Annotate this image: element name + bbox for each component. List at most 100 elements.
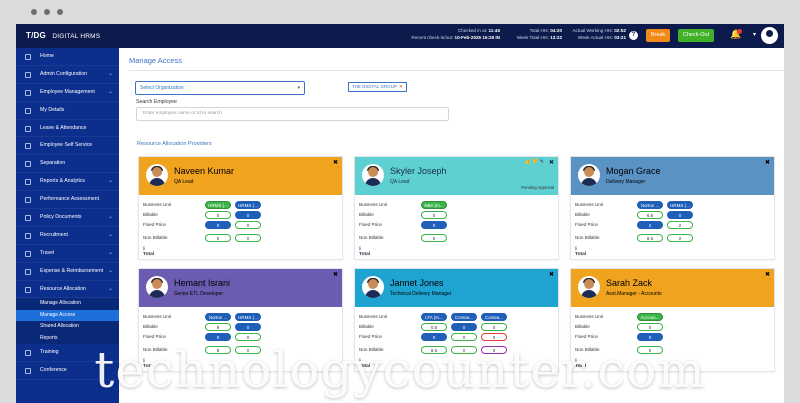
close-icon[interactable]: ✖ xyxy=(333,271,338,278)
allocation-pill-bu: NBA (In... xyxy=(421,201,447,209)
user-avatar[interactable] xyxy=(761,27,778,44)
sidebar-item[interactable]: Recruitment ⌄ xyxy=(16,227,119,245)
allocation-pill-billable[interactable]: 0 xyxy=(667,211,693,219)
allocation-pill-billable[interactable]: 0 xyxy=(235,211,261,219)
close-icon[interactable]: ✖ xyxy=(765,159,770,166)
menu-icon xyxy=(25,179,31,186)
allocation-pill-billable[interactable]: 0 xyxy=(451,323,477,331)
sidebar-item[interactable]: Separation xyxy=(16,155,119,174)
app-logo[interactable]: T/DG DIGITAL HRMS xyxy=(26,31,100,40)
allocation-pill-billable[interactable]: 0 xyxy=(205,211,231,219)
allocation-pill-billable[interactable]: 0 xyxy=(235,323,261,331)
sidebar-item[interactable]: Employee Management ⌄ xyxy=(16,84,119,102)
remove-tag-icon[interactable]: ✕ xyxy=(399,84,403,89)
menu-icon xyxy=(25,232,31,239)
sidebar-item[interactable]: Employee Self Service xyxy=(16,137,119,156)
sidebar-item[interactable]: Travel ⌄ xyxy=(16,245,119,263)
sidebar-subitem[interactable]: Shared Allocation xyxy=(16,321,119,333)
close-icon[interactable]: ✖ xyxy=(549,271,554,278)
close-icon[interactable]: ✖ xyxy=(549,159,554,166)
sidebar-item-label: Leave & Attendance xyxy=(40,124,87,131)
employee-name: Skyler Joseph xyxy=(390,166,447,176)
chevron-down-icon: ⌄ xyxy=(107,267,113,274)
allocation-pill-fixed[interactable]: 2 xyxy=(667,221,693,229)
menu-icon xyxy=(25,125,31,132)
allocation-pill-billable[interactable]: 6.5 xyxy=(637,211,663,219)
allocation-pill-nonbill[interactable]: 0 xyxy=(421,234,447,242)
resource-card[interactable]: Mogan Grace Delivery Manager ✖ Business Uni… xyxy=(570,156,775,260)
menu-icon xyxy=(25,197,31,204)
search-employee-input[interactable]: Enter employee name or Id to search xyxy=(136,107,449,121)
chevron-down-icon: ⌄ xyxy=(107,70,113,77)
sidebar-subitem[interactable]: Manage Access xyxy=(16,309,119,322)
chevron-down-icon: ⌄ xyxy=(107,249,113,256)
employee-name: Naveen Kumar xyxy=(174,166,235,176)
recent-checkin-value: 10-Feb-2025 15:26 IN xyxy=(454,34,500,40)
row-label-billable: Billable xyxy=(575,212,590,217)
row-label-billable: Billable xyxy=(359,212,374,217)
allocation-pill-nonbill[interactable]: 2 xyxy=(667,234,693,242)
chevron-down-icon: ⌄ xyxy=(107,231,113,238)
sidebar-item-label: Policy Documents xyxy=(40,214,82,221)
allocation-pill-fixed[interactable]: 2 xyxy=(637,221,663,229)
allocation-pill-fixed[interactable]: 0 xyxy=(235,221,261,229)
approval-actions[interactable]: 👍 👎 ✎ xyxy=(525,159,544,165)
checked-in-label: Checked in at: xyxy=(457,28,488,33)
organization-tag[interactable]: THE DIGITAL GROUP ✕ xyxy=(348,82,407,92)
menu-icon xyxy=(25,71,31,78)
checkout-button[interactable]: Check-Out xyxy=(678,29,714,42)
organization-select[interactable]: Select Organization ▾ xyxy=(135,81,305,95)
user-menu-caret-icon[interactable]: ▾ xyxy=(753,31,756,38)
employee-role: QA Lead xyxy=(174,179,194,185)
help-icon[interactable]: ? xyxy=(629,31,638,40)
card-header xyxy=(139,269,342,307)
allocation-pill-nonbill[interactable]: 0 xyxy=(205,234,231,242)
sidebar-item[interactable]: Policy Documents ⌄ xyxy=(16,209,119,227)
allocation-pill-billable[interactable]: 0 xyxy=(481,323,507,331)
sidebar-item[interactable]: Leave & Attendance xyxy=(16,120,119,138)
resource-card[interactable]: Skyler Joseph QA Lead ✖ 👍 👎 ✎ Pending Approv… xyxy=(354,156,559,260)
sidebar-item-label: Recruitment xyxy=(40,231,68,238)
allocation-pill-billable[interactable]: 0.5 xyxy=(421,323,447,331)
menu-icon xyxy=(25,107,31,114)
allocation-pill-bu: HRMS (... xyxy=(235,313,261,321)
sidebar-item[interactable]: Performance Assessment xyxy=(16,191,119,210)
sidebar-item-label: Home xyxy=(40,53,54,59)
break-button[interactable]: Break xyxy=(646,29,670,42)
allocation-pill-billable[interactable]: 9 xyxy=(205,323,231,331)
sidebar-item[interactable]: Admin Configuration ⌄ xyxy=(16,66,119,84)
sidebar-item[interactable]: Expense & Reimbursement ⌄ xyxy=(16,263,119,281)
sidebar-subitem[interactable]: Manage Allocation xyxy=(16,298,119,310)
row-label-fixed: Fixed Price xyxy=(575,222,598,227)
sidebar-item[interactable]: Home xyxy=(16,48,119,66)
row-label-billable: Billable xyxy=(359,324,374,329)
resource-card[interactable]: Naveen Kumar QA Lead ✖ Business Unit HRMS (.… xyxy=(138,156,343,260)
allocation-pill-nonbill[interactable]: 0 xyxy=(235,234,261,242)
allocation-pill-bu: LTA (In... xyxy=(421,313,447,321)
allocation-pill-billable[interactable]: 0 xyxy=(637,323,663,331)
sidebar-item[interactable]: Resource Allocation ⌄ xyxy=(16,281,119,299)
top-bar: T/DG DIGITAL HRMS Checked in at: 11:46 R… xyxy=(16,24,784,48)
close-icon[interactable]: ✖ xyxy=(333,159,338,166)
sidebar-item[interactable]: My Details xyxy=(16,102,119,120)
allocation-pill-bu: Norton ... xyxy=(205,313,231,321)
row-label-nonbill: Non Billable xyxy=(359,235,384,240)
card-header xyxy=(571,157,774,195)
sidebar-item-label: Admin Configuration xyxy=(40,70,88,77)
row-label-billable: Billable xyxy=(143,212,158,217)
logo-mark: T/DG xyxy=(26,31,46,40)
close-icon[interactable]: ✖ xyxy=(765,271,770,278)
notification-badge xyxy=(737,29,742,34)
allocation-pill-bu: HRMS (... xyxy=(667,201,693,209)
menu-icon xyxy=(25,89,31,96)
allocation-pill-fixed[interactable]: 0 xyxy=(421,221,447,229)
sidebar-item[interactable]: Reports & Analytics ⌄ xyxy=(16,173,119,192)
allocation-pill-billable[interactable]: 0 xyxy=(421,211,447,219)
allocation-pill-fixed[interactable]: 0 xyxy=(205,221,231,229)
row-label-nonbill: Non Billable xyxy=(575,235,600,240)
allocation-pill-nonbill[interactable]: 8.5 xyxy=(637,234,663,242)
employee-name: Sarah Zack xyxy=(606,278,653,288)
employee-avatar xyxy=(578,164,600,186)
menu-icon xyxy=(25,286,31,293)
pending-approval-label: Pending Approval xyxy=(521,185,554,190)
